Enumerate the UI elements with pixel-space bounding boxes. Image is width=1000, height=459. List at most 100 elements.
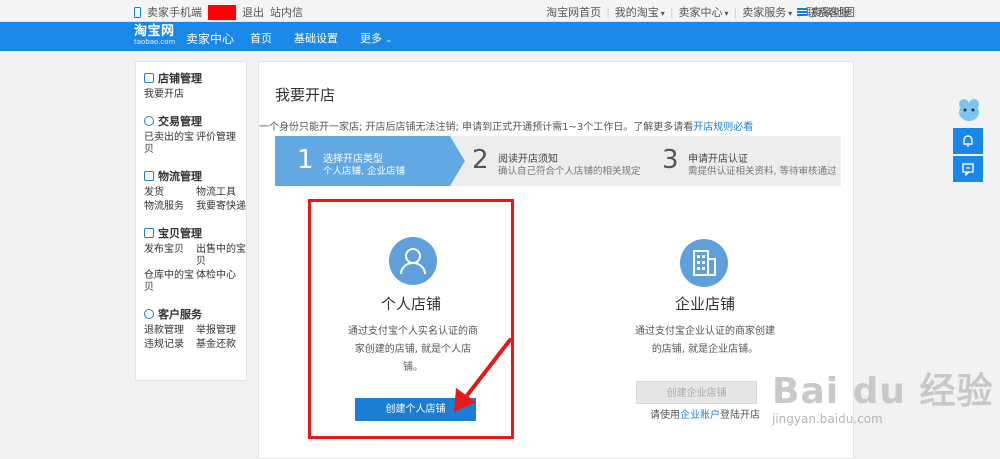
- create-company-store-button[interactable]: 创建企业店铺: [636, 381, 757, 404]
- goods-icon: [144, 228, 154, 238]
- divider: |: [733, 5, 738, 19]
- sidebar-section-store: 店铺管理 我要开店: [144, 70, 238, 101]
- section-title: 店铺管理: [158, 72, 202, 85]
- company-store-desc: 通过支付宝企业认证的商家创建的店铺, 就是企业店铺。: [635, 326, 775, 355]
- chevron-down-icon: ▾: [788, 9, 793, 18]
- step-number: 1: [297, 145, 314, 175]
- person-icon: [389, 237, 437, 285]
- sidebar-item-send-express[interactable]: 我要寄快递: [196, 201, 248, 213]
- page-title: 我要开店: [275, 86, 336, 104]
- header-nav: 首页 基础设置 更多 ⌄: [250, 30, 392, 46]
- customer-service-icon: [144, 309, 154, 319]
- truck-icon: [144, 171, 154, 181]
- step-desc: 个人店铺, 企业店铺: [323, 166, 406, 177]
- section-title: 客户服务: [158, 308, 202, 321]
- logo-en: taobao.com: [134, 38, 176, 46]
- sidebar-item-reports[interactable]: 举报管理: [196, 325, 248, 337]
- personal-store-title: 个人店铺: [380, 295, 441, 313]
- sidebar-item-sold-items[interactable]: 已卖出的宝贝: [144, 132, 196, 156]
- sidebar: 店铺管理 我要开店 交易管理 已卖出的宝贝 评价管理 物流管理 发货 物流工具 …: [135, 61, 247, 381]
- hint-suffix: 登陆开店: [720, 410, 760, 421]
- company-login-hint: 请使用企业账户登陆开店: [620, 406, 790, 421]
- divider: |: [606, 5, 610, 19]
- sidebar-item-violations[interactable]: 违规记录: [144, 339, 196, 351]
- nav-settings[interactable]: 基础设置: [294, 30, 338, 46]
- sidebar-item-logistics-tools[interactable]: 物流工具: [196, 187, 248, 199]
- chevron-down-icon: ▾: [660, 9, 665, 18]
- top-bar-left: 卖家手机端 退出 站内信: [134, 4, 303, 20]
- step-desc: 确认自己符合个人店铺的相关规定: [498, 166, 641, 177]
- hint-prefix: 请使用: [650, 410, 680, 421]
- logout-link[interactable]: 退出: [242, 4, 264, 20]
- seller-center-link[interactable]: 卖家中心 ▾: [679, 4, 729, 20]
- watermark-brand: Bai du 经验: [772, 371, 994, 412]
- step-desc: 需提供认证相关资料, 等待审核通过: [688, 166, 837, 177]
- bell-icon: [963, 135, 973, 147]
- feedback-button[interactable]: [953, 156, 983, 182]
- sidebar-item-refunds[interactable]: 退款管理: [144, 325, 196, 337]
- sitemap-label: 卖家地图: [811, 6, 855, 19]
- open-store-notice: 一个身份只能开一家店; 开店后店铺无法注销; 申请到正式开通预计需1~3个工作日…: [259, 118, 753, 133]
- section-title: 宝贝管理: [158, 227, 202, 240]
- store-icon: [144, 73, 154, 83]
- mobile-phone-icon: [134, 6, 141, 18]
- sidebar-section-logistics: 物流管理 发货 物流工具 物流服务 我要寄快递: [144, 168, 246, 213]
- annotation-arrow: [454, 338, 512, 412]
- sidebar-section-customer: 客户服务 退款管理 举报管理 违规记录 基金还款: [144, 306, 238, 351]
- sidebar-item-fund-repayment[interactable]: 基金还款: [196, 339, 248, 351]
- sidebar-item-open-store[interactable]: 我要开店: [144, 89, 248, 101]
- step-3: 3 申请开店认证 需提供认证相关资料, 等待审核通过: [640, 136, 841, 186]
- message-icon: [962, 163, 974, 176]
- watermark-url: jingyan.baidu.com: [772, 412, 883, 426]
- seller-center-label: 卖家中心: [678, 6, 723, 19]
- logo-cn: 淘宝网: [134, 24, 175, 39]
- trade-icon: [144, 116, 154, 126]
- mascot-icon[interactable]: [955, 95, 983, 123]
- my-taobao-label: 我的淘宝: [614, 6, 659, 19]
- sidebar-section-trade: 交易管理 已卖出的宝贝 评价管理: [144, 113, 238, 156]
- nav-home[interactable]: 首页: [250, 30, 272, 46]
- sidebar-section-goods: 宝贝管理 发布宝贝 出售中的宝贝 仓库中的宝贝 体检中心: [144, 225, 246, 294]
- sidebar-item-on-sale[interactable]: 出售中的宝贝: [196, 244, 248, 268]
- seller-sitemap-link[interactable]: 卖家地图: [797, 4, 855, 20]
- sidebar-item-publish-item[interactable]: 发布宝贝: [144, 244, 196, 268]
- top-bar: 卖家手机端 退出 站内信 淘宝网首页 | 我的淘宝 ▾ | 卖家中心 ▾ | 卖家服…: [0, 0, 1000, 22]
- step-number: 2: [472, 145, 489, 175]
- seller-center-title[interactable]: 卖家中心: [186, 30, 234, 47]
- sidebar-item-logistics-service[interactable]: 物流服务: [144, 201, 196, 213]
- sidebar-item-reviews[interactable]: 评价管理: [196, 132, 248, 156]
- step-2: 2 阅读开店须知 确认自己符合个人店铺的相关规定: [450, 136, 655, 186]
- nav-more-label: 更多: [360, 32, 382, 45]
- messages-link[interactable]: 站内信: [270, 4, 303, 20]
- notice-text: 一个身份只能开一家店; 开店后店铺无法注销; 申请到正式开通预计需1~3个工作日…: [259, 122, 694, 133]
- section-title: 交易管理: [158, 115, 202, 128]
- chevron-down-icon: ⌄: [385, 35, 393, 44]
- taobao-logo[interactable]: 淘宝网 taobao.com: [134, 25, 175, 46]
- divider: |: [669, 5, 674, 19]
- seller-service-label: 卖家服务: [742, 6, 787, 19]
- my-taobao-link[interactable]: 我的淘宝 ▾: [615, 4, 665, 20]
- menu-icon: [797, 8, 807, 16]
- redacted-username: [208, 4, 236, 20]
- seller-service-link[interactable]: 卖家服务 ▾: [742, 4, 792, 20]
- header: 淘宝网 taobao.com 卖家中心 首页 基础设置 更多 ⌄: [0, 22, 1000, 51]
- section-title: 物流管理: [158, 170, 202, 183]
- company-store-card: 企业店铺 通过支付宝企业认证的商家创建的店铺, 就是企业店铺。 创建企业店铺 请…: [620, 231, 790, 431]
- sidebar-item-in-warehouse[interactable]: 仓库中的宝贝: [144, 270, 196, 294]
- step-1: 1 选择开店类型 个人店铺, 企业店铺: [275, 136, 465, 186]
- progress-steps: 1 选择开店类型 个人店铺, 企业店铺 2 阅读开店须知 确认自己符合个人店铺的…: [275, 136, 841, 186]
- store-rules-link[interactable]: 开店规则必看: [693, 122, 753, 133]
- nav-more[interactable]: 更多 ⌄: [360, 30, 392, 46]
- chevron-down-icon: ▾: [724, 9, 729, 18]
- taobao-home-link[interactable]: 淘宝网首页: [546, 4, 601, 20]
- building-icon: [680, 239, 728, 287]
- sidebar-item-ship[interactable]: 发货: [144, 187, 196, 199]
- sidebar-item-health-check[interactable]: 体检中心: [196, 270, 248, 294]
- floating-toolbar: [953, 95, 983, 182]
- company-account-link[interactable]: 企业账户: [680, 410, 720, 421]
- company-store-title: 企业店铺: [674, 295, 735, 313]
- seller-mobile-link[interactable]: 卖家手机端: [147, 4, 202, 20]
- baidu-jingyan-watermark: Bai du 经验 jingyan.baidu.com: [772, 362, 994, 426]
- step-number: 3: [662, 145, 679, 175]
- notification-button[interactable]: [953, 128, 983, 154]
